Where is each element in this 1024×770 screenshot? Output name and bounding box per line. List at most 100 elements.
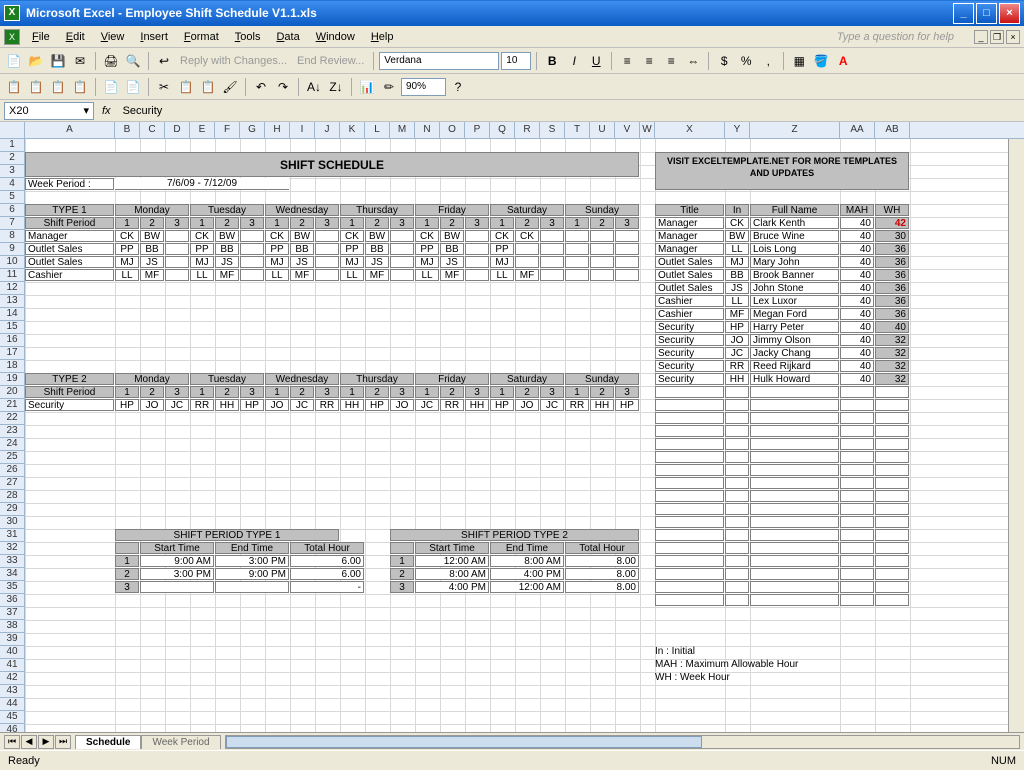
cell[interactable]: Shift Period — [25, 386, 114, 398]
font-combo[interactable]: Verdana — [379, 52, 499, 70]
cell[interactable] — [875, 594, 909, 606]
row-header[interactable]: 22 — [0, 412, 25, 425]
tab-prev-button[interactable]: ◀ — [21, 735, 37, 749]
cell[interactable]: 40 — [875, 321, 909, 333]
cell[interactable]: 1 — [390, 555, 414, 567]
cell[interactable]: Start Time — [415, 542, 489, 554]
cell[interactable] — [750, 516, 839, 528]
row-header[interactable]: 20 — [0, 386, 25, 399]
cell[interactable]: JO — [265, 399, 289, 411]
cell[interactable] — [750, 594, 839, 606]
cell[interactable] — [875, 568, 909, 580]
col-header[interactable]: A — [25, 122, 115, 138]
cell[interactable]: 2 — [590, 386, 614, 398]
cell[interactable] — [840, 438, 874, 450]
cell[interactable] — [750, 529, 839, 541]
cell[interactable] — [875, 503, 909, 515]
cell[interactable]: BW — [290, 230, 314, 242]
row-header[interactable]: 8 — [0, 230, 25, 243]
row-header[interactable]: 7 — [0, 217, 25, 230]
cell[interactable]: BW — [215, 230, 239, 242]
cell[interactable]: Sunday — [565, 373, 639, 385]
cell[interactable] — [750, 555, 839, 567]
cell[interactable] — [465, 256, 489, 268]
cell[interactable]: JO — [725, 334, 749, 346]
align-left-icon[interactable]: ≡ — [617, 51, 637, 71]
cell[interactable] — [655, 542, 724, 554]
cell[interactable]: LL — [415, 269, 439, 281]
cell[interactable] — [750, 477, 839, 489]
cell[interactable] — [540, 243, 564, 255]
row-header[interactable]: 25 — [0, 451, 25, 464]
cell[interactable]: Security — [655, 321, 724, 333]
col-header[interactable]: T — [565, 122, 590, 138]
cell[interactable] — [615, 256, 639, 268]
cell[interactable]: 40 — [840, 373, 874, 385]
cell[interactable]: CK — [340, 230, 364, 242]
cell[interactable]: Bruce Wine — [750, 230, 839, 242]
cell[interactable]: MF — [215, 269, 239, 281]
italic-icon[interactable]: I — [564, 51, 584, 71]
cell[interactable]: HH — [725, 373, 749, 385]
cell[interactable]: 42 — [875, 217, 909, 229]
help-icon[interactable]: ? — [448, 77, 468, 97]
cell[interactable]: End Time — [490, 542, 564, 554]
cell[interactable]: MAH — [840, 204, 874, 216]
cell[interactable]: 3 — [390, 581, 414, 593]
tab-first-button[interactable]: ⏮ — [4, 735, 20, 749]
cell[interactable]: LL — [725, 243, 749, 255]
cell[interactable] — [840, 464, 874, 476]
col-header[interactable]: G — [240, 122, 265, 138]
cell[interactable]: BW — [140, 230, 164, 242]
cell[interactable]: 36 — [875, 308, 909, 320]
percent-icon[interactable]: % — [736, 51, 756, 71]
cell[interactable] — [840, 581, 874, 593]
cell[interactable] — [750, 412, 839, 424]
cell[interactable] — [240, 256, 264, 268]
cell[interactable]: 40 — [840, 321, 874, 333]
cell[interactable]: BB — [365, 243, 389, 255]
cell[interactable] — [590, 230, 614, 242]
cell[interactable] — [875, 451, 909, 463]
cell[interactable]: JS — [290, 256, 314, 268]
tab-schedule[interactable]: Schedule — [75, 735, 141, 749]
row-header[interactable]: 15 — [0, 321, 25, 334]
col-header[interactable]: W — [640, 122, 655, 138]
cell[interactable]: 6.00 — [290, 555, 364, 567]
col-header[interactable]: AA — [840, 122, 875, 138]
cell[interactable]: 3 — [465, 386, 489, 398]
cell[interactable]: Week Period : — [25, 178, 114, 190]
cell[interactable]: 32 — [875, 373, 909, 385]
row-header[interactable]: 18 — [0, 360, 25, 373]
cell[interactable] — [875, 542, 909, 554]
cell[interactable]: Manager — [25, 230, 114, 242]
col-header[interactable]: R — [515, 122, 540, 138]
menu-help[interactable]: Help — [363, 29, 402, 45]
cell[interactable]: 1 — [565, 386, 589, 398]
cell[interactable] — [240, 269, 264, 281]
cell[interactable] — [215, 581, 289, 593]
cell[interactable]: 2 — [290, 217, 314, 229]
doc-restore-button[interactable]: ❐ — [990, 30, 1004, 44]
fontsize-combo[interactable]: 10 — [501, 52, 531, 70]
formula-input[interactable]: Security — [119, 105, 1024, 117]
row-header[interactable]: 10 — [0, 256, 25, 269]
row-header[interactable]: 45 — [0, 711, 25, 724]
cell[interactable]: HP — [490, 399, 514, 411]
cell[interactable] — [750, 490, 839, 502]
row-header[interactable]: 28 — [0, 490, 25, 503]
cell[interactable]: JS — [365, 256, 389, 268]
cell[interactable] — [615, 243, 639, 255]
minimize-button[interactable]: _ — [953, 3, 974, 24]
cell[interactable] — [540, 269, 564, 281]
cell[interactable]: LL — [190, 269, 214, 281]
cell[interactable] — [655, 516, 724, 528]
cell[interactable] — [750, 542, 839, 554]
cell[interactable] — [725, 477, 749, 489]
row-header[interactable]: 37 — [0, 607, 25, 620]
maximize-button[interactable]: □ — [976, 3, 997, 24]
tb2-3-icon[interactable]: 📋 — [48, 77, 68, 97]
cell[interactable]: TYPE 1 — [25, 204, 114, 216]
cell[interactable] — [725, 386, 749, 398]
cell[interactable] — [875, 386, 909, 398]
